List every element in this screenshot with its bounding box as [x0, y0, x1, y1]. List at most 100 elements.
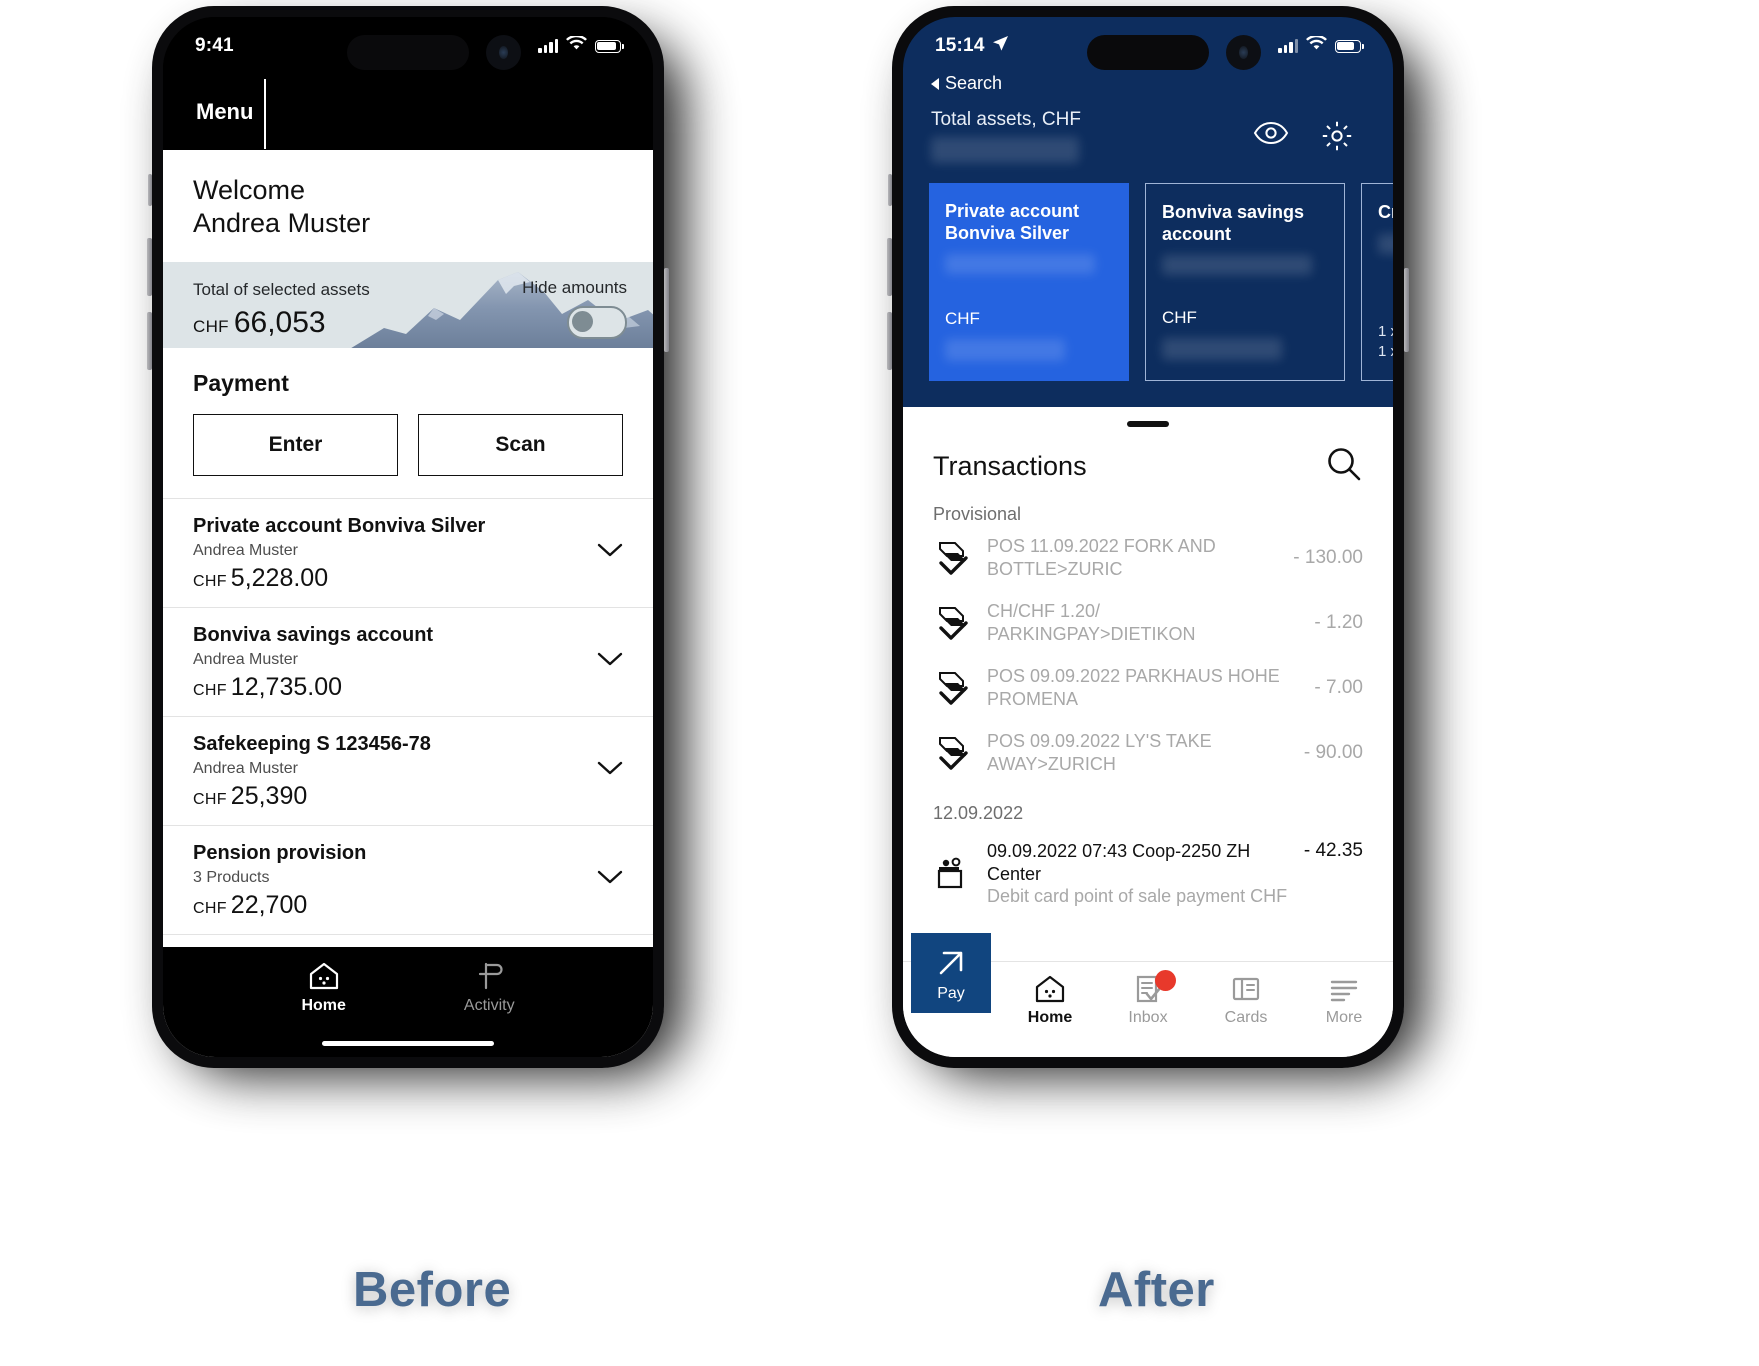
- front-camera: [486, 35, 521, 70]
- inbox-unread-badge: [1155, 970, 1176, 991]
- after-caption: After: [1098, 1263, 1215, 1317]
- chevron-down-icon[interactable]: [597, 543, 623, 563]
- hide-amounts-toggle[interactable]: [567, 305, 627, 339]
- tab-home[interactable]: Home: [1001, 974, 1099, 1027]
- eye-icon[interactable]: [1253, 121, 1289, 150]
- pay-button[interactable]: Pay: [911, 933, 991, 1013]
- location-arrow-icon: [992, 35, 1009, 58]
- account-card[interactable]: Bonviva savings account CHF: [1145, 183, 1345, 381]
- account-title: Bonviva savings account: [193, 623, 434, 646]
- account-currency: CHF: [193, 790, 227, 808]
- power-button[interactable]: [1404, 268, 1409, 352]
- account-amount: 22,700: [230, 890, 308, 919]
- back-to-search-button[interactable]: Search: [931, 73, 1002, 94]
- transaction-amount: - 7.00: [1314, 676, 1363, 698]
- search-icon[interactable]: [1325, 445, 1363, 488]
- welcome-greeting: Welcome: [193, 175, 306, 205]
- tab-home[interactable]: Home: [301, 961, 346, 1015]
- home-indicator[interactable]: [322, 1041, 494, 1046]
- menu-button[interactable]: Menu: [196, 99, 253, 125]
- transaction-title: 09.09.2022 07:43 Coop-2250 ZH Center: [987, 841, 1251, 884]
- home-icon: [1035, 975, 1065, 1003]
- pending-payment-icon: [933, 604, 971, 642]
- pending-payment-icon: [933, 539, 971, 577]
- account-card-carousel[interactable]: Private account Bonviva Silver CHF Bonvi…: [929, 183, 1393, 381]
- credit-card-card[interactable]: Credit 1 x Mast 1 x Ame: [1361, 183, 1393, 381]
- pending-payment-icon: [933, 734, 971, 772]
- account-owner: 3 Products: [193, 868, 270, 886]
- power-button[interactable]: [664, 268, 669, 352]
- enter-payment-button[interactable]: Enter: [193, 413, 398, 476]
- account-card-number-masked: [1162, 255, 1312, 276]
- tab-home-label: Home: [301, 997, 346, 1014]
- after-screen: 15:14 Search Total assets, CHF Private a…: [903, 17, 1393, 1057]
- transaction-text-group: 09.09.2022 07:43 Coop-2250 ZH Center Deb…: [987, 840, 1288, 908]
- more-icon: [1330, 980, 1358, 1002]
- back-label: Search: [945, 73, 1003, 93]
- credit-card-line-1: 1 x Mast: [1378, 322, 1393, 340]
- total-assets-panel: Total of selected assets CHF 66,053 Hide …: [163, 261, 653, 348]
- account-amount: 5,228.00: [230, 563, 329, 592]
- chevron-down-icon[interactable]: [597, 761, 623, 781]
- chevron-down-icon[interactable]: [597, 870, 623, 890]
- total-assets-value: 66,053: [233, 305, 326, 339]
- total-assets-currency: CHF: [193, 316, 229, 336]
- cellular-signal-icon: [1278, 39, 1298, 53]
- welcome-name: Andrea Muster: [193, 207, 371, 238]
- tab-activity[interactable]: Activity: [464, 961, 515, 1015]
- transaction-row[interactable]: POS 11.09.2022 FORK AND BOTTLE>ZURIC - 1…: [903, 525, 1393, 590]
- after-header: 15:14 Search Total assets, CHF Private a…: [903, 17, 1393, 407]
- home-indicator[interactable]: [1062, 1041, 1234, 1046]
- tab-inbox[interactable]: Inbox: [1099, 970, 1197, 1027]
- volume-down-button[interactable]: [147, 312, 152, 370]
- arrow-up-right-icon: [939, 951, 963, 975]
- account-card-title: Private account Bonviva Silver: [945, 201, 1080, 243]
- account-owner: Andrea Muster: [193, 759, 298, 777]
- tab-home-label: Home: [1027, 1009, 1073, 1026]
- tab-more-label: More: [1325, 1009, 1363, 1026]
- back-triangle-icon: [931, 77, 939, 90]
- before-content: Welcome Andrea Muster Total of selected …: [163, 150, 653, 1057]
- volume-down-button[interactable]: [887, 312, 892, 370]
- transaction-row[interactable]: POS 09.09.2022 PARKHAUS HOHE PROMENA - 7…: [903, 655, 1393, 720]
- hide-amounts-group[interactable]: Hide amounts: [522, 278, 627, 339]
- hide-amounts-label: Hide amounts: [522, 277, 627, 297]
- account-card-title: Credit: [1378, 202, 1393, 222]
- dynamic-island: [1087, 35, 1209, 70]
- mute-switch[interactable]: [148, 174, 152, 206]
- tab-inbox-label: Inbox: [1128, 1009, 1168, 1026]
- transaction-row[interactable]: 09.09.2022 07:43 Coop-2250 ZH Center Deb…: [903, 830, 1393, 918]
- scan-payment-button[interactable]: Scan: [418, 413, 623, 476]
- account-card-selected[interactable]: Private account Bonviva Silver CHF: [929, 183, 1129, 381]
- tab-cards-label: Cards: [1224, 1009, 1268, 1026]
- volume-up-button[interactable]: [887, 238, 892, 296]
- transaction-row[interactable]: CH/CHF 1.20/ PARKINGPAY>DIETIKON - 1.20: [903, 590, 1393, 655]
- account-row[interactable]: Private account Bonviva Silver Andrea Mu…: [163, 499, 653, 608]
- mute-switch[interactable]: [888, 174, 892, 206]
- account-owner: Andrea Muster: [193, 650, 298, 668]
- account-amount: 12,735.00: [230, 672, 343, 701]
- wifi-icon: [1306, 34, 1327, 57]
- account-card-currency: CHF: [945, 309, 980, 328]
- account-title: Private account Bonviva Silver: [193, 514, 486, 537]
- account-row[interactable]: Bonviva savings account Andrea Muster CH…: [163, 608, 653, 717]
- transaction-amount: - 130.00: [1293, 546, 1363, 568]
- before-phone-body: 9:41 Menu Welcome Andrea Muster Total of…: [147, 6, 669, 1068]
- front-camera: [1226, 35, 1261, 70]
- account-row[interactable]: Pension provision 3 Products CHF 22,700: [163, 826, 653, 935]
- account-row[interactable]: Safekeeping S 123456-78 Andrea Muster CH…: [163, 717, 653, 826]
- tab-more[interactable]: More: [1295, 974, 1393, 1027]
- gear-icon[interactable]: [1321, 120, 1353, 157]
- transaction-row[interactable]: POS 09.09.2022 LY'S TAKE AWAY>ZURICH - 9…: [903, 720, 1393, 785]
- volume-up-button[interactable]: [147, 238, 152, 296]
- debit-card-pos-icon: [933, 855, 971, 893]
- chevron-down-icon[interactable]: [597, 652, 623, 672]
- account-owner: Andrea Muster: [193, 541, 298, 559]
- status-time: 9:41: [195, 35, 234, 56]
- after-phone-body: 15:14 Search Total assets, CHF Private a…: [887, 6, 1409, 1068]
- status-indicators: [1278, 34, 1364, 57]
- tab-cards[interactable]: Cards: [1197, 974, 1295, 1027]
- account-list: Private account Bonviva Silver Andrea Mu…: [163, 497, 653, 935]
- before-header: 9:41 Menu: [163, 17, 653, 150]
- home-icon: [309, 962, 338, 990]
